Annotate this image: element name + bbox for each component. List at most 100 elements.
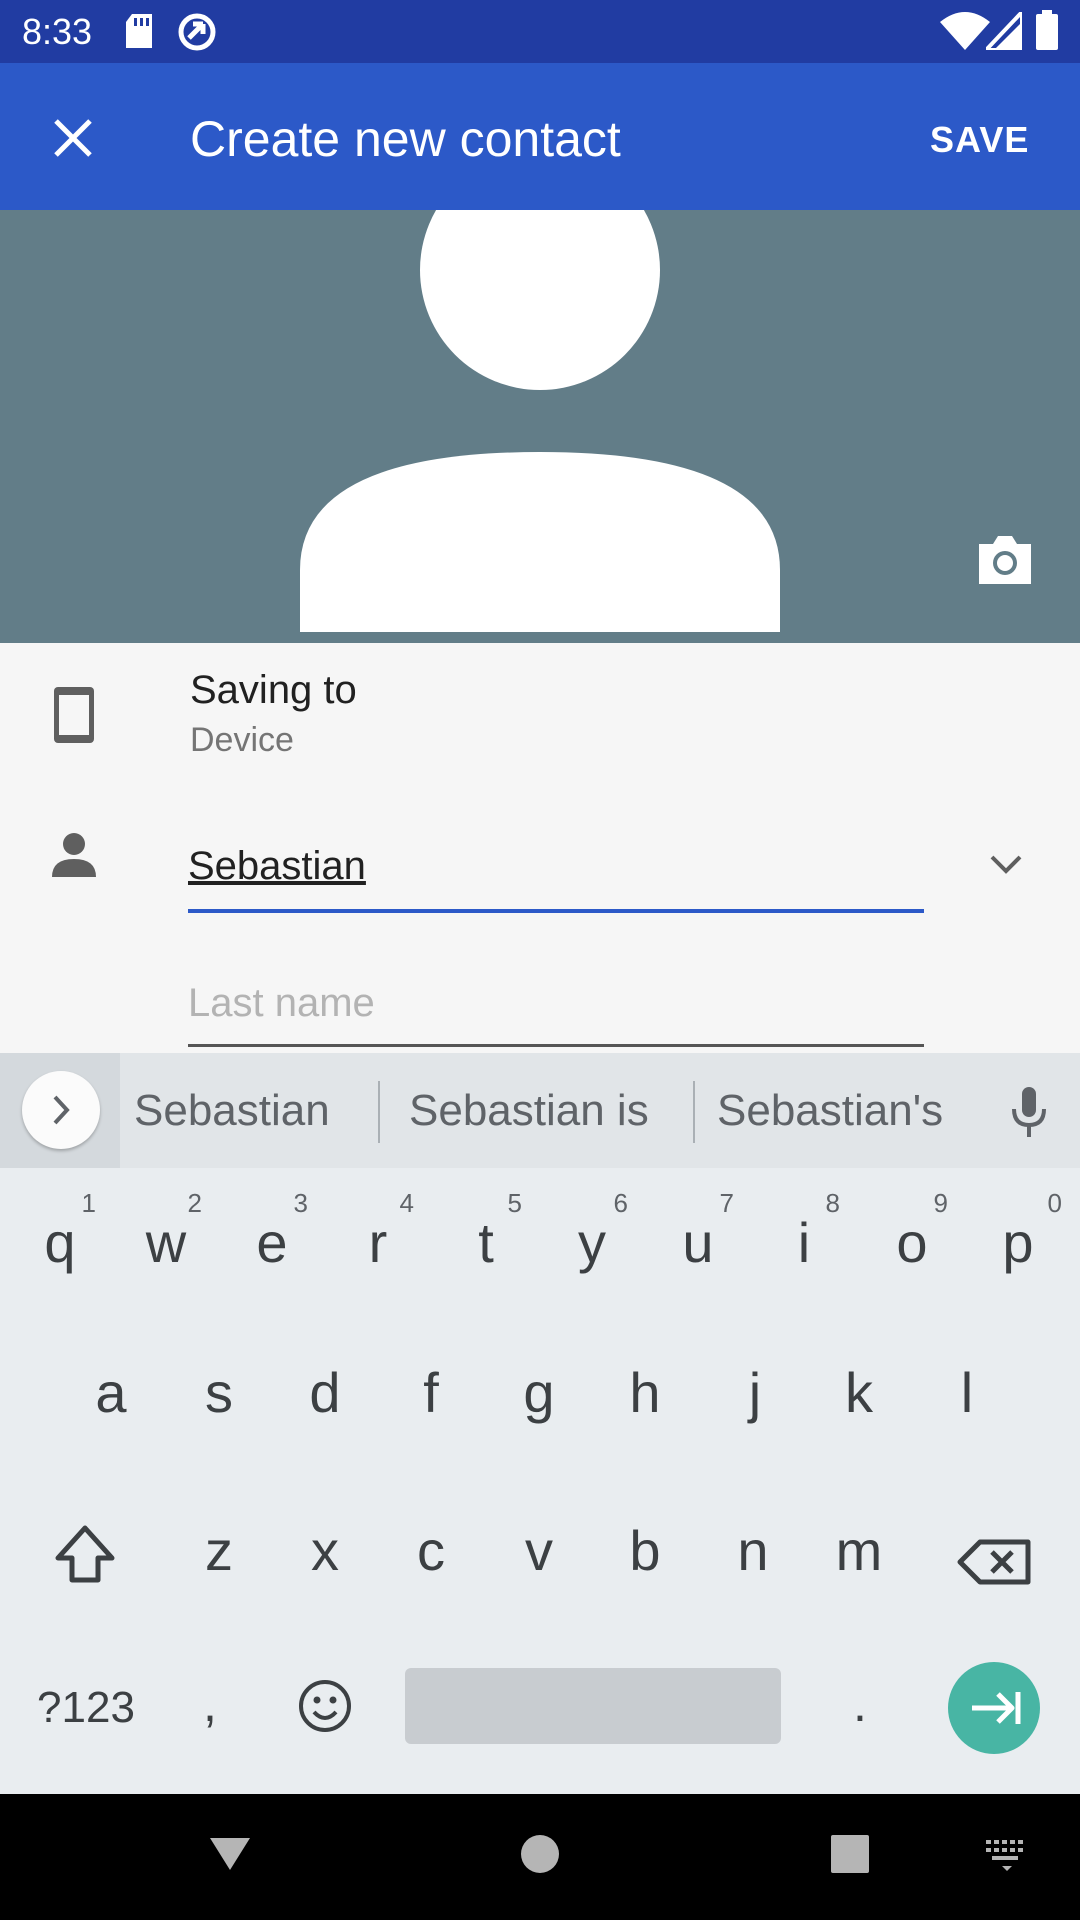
key-u[interactable]: u7 — [654, 1188, 742, 1310]
camera-icon — [979, 536, 1031, 584]
key-hint: 7 — [719, 1188, 734, 1218]
key-label: q — [44, 1211, 76, 1274]
person-icon — [52, 833, 96, 877]
next-key[interactable] — [948, 1662, 1040, 1754]
expand-name-button[interactable] — [980, 839, 1032, 891]
comma-key[interactable]: , — [180, 1664, 240, 1744]
contact-photo-area[interactable] — [0, 210, 1080, 643]
status-bar: 8:33 — [0, 0, 1080, 63]
back-button[interactable] — [200, 1824, 260, 1884]
key-label: p — [1002, 1211, 1034, 1274]
recents-icon — [831, 1835, 869, 1873]
sync-icon — [178, 13, 216, 51]
key-hint: 2 — [187, 1188, 202, 1218]
key-o[interactable]: o9 — [868, 1188, 956, 1310]
key-label: y — [578, 1211, 606, 1274]
suggestion-1[interactable]: Sebastian — [134, 1053, 330, 1168]
avatar-placeholder-icon — [300, 210, 780, 632]
key-label: o — [896, 1211, 928, 1274]
back-icon — [210, 1838, 250, 1870]
battery-icon — [1036, 10, 1058, 50]
key-v[interactable]: v — [494, 1518, 584, 1618]
key-hint: 4 — [399, 1188, 414, 1218]
symbols-key[interactable]: ?123 — [26, 1668, 146, 1748]
key-b[interactable]: b — [600, 1518, 690, 1618]
period-key[interactable]: . — [830, 1664, 890, 1744]
page-title: Create new contact — [190, 111, 621, 167]
key-hint: 9 — [933, 1188, 948, 1218]
chevron-down-icon — [990, 855, 1022, 874]
emoji-icon — [299, 1680, 351, 1732]
key-label: r — [368, 1211, 388, 1274]
backspace-key[interactable] — [950, 1518, 1040, 1608]
contact-form: Saving to Device — [0, 643, 1080, 1053]
toolbar: Create new contact SAVE — [0, 63, 1080, 210]
suggestion-2[interactable]: Sebastian is — [409, 1053, 649, 1168]
key-label: e — [256, 1211, 288, 1274]
key-hint: 3 — [293, 1188, 308, 1218]
key-l[interactable]: l — [922, 1360, 1012, 1460]
key-a[interactable]: a — [66, 1360, 156, 1460]
key-hint: 1 — [81, 1188, 96, 1218]
keyboard-switch-button[interactable] — [982, 1834, 1032, 1874]
key-y[interactable]: y6 — [548, 1188, 636, 1310]
key-d[interactable]: d — [280, 1360, 370, 1460]
suggestion-3[interactable]: Sebastian's — [717, 1053, 943, 1168]
key-c[interactable]: c — [386, 1518, 476, 1618]
key-p[interactable]: p0 — [974, 1188, 1062, 1310]
wifi-icon — [940, 12, 990, 50]
key-s[interactable]: s — [174, 1360, 264, 1460]
key-w[interactable]: w2 — [122, 1188, 210, 1310]
key-hint: 5 — [507, 1188, 522, 1218]
suggestion-divider — [693, 1081, 695, 1143]
home-button[interactable] — [512, 1826, 568, 1882]
first-name-field[interactable] — [188, 823, 924, 913]
add-photo-button[interactable] — [975, 530, 1035, 590]
key-x[interactable]: x — [280, 1518, 370, 1618]
backspace-icon — [957, 1539, 1031, 1585]
shift-icon — [55, 1525, 115, 1583]
signal-icon — [986, 12, 1022, 50]
voice-input-button[interactable] — [1004, 1085, 1054, 1139]
key-m[interactable]: m — [814, 1518, 904, 1618]
key-n[interactable]: n — [708, 1518, 798, 1618]
key-h[interactable]: h — [600, 1360, 690, 1460]
recents-button[interactable] — [822, 1826, 878, 1882]
key-r[interactable]: r4 — [334, 1188, 422, 1310]
saving-to-account[interactable]: Device — [190, 719, 294, 761]
keyboard-switch-icon — [986, 1840, 1023, 1871]
suggestion-strip: Sebastian Sebastian is Sebastian's — [0, 1053, 1080, 1168]
chevron-right-icon — [53, 1095, 70, 1125]
key-g[interactable]: g — [494, 1360, 584, 1460]
close-icon — [54, 119, 92, 157]
key-j[interactable]: j — [710, 1360, 800, 1460]
key-hint: 8 — [825, 1188, 840, 1218]
microphone-icon — [1012, 1087, 1046, 1137]
suggestion-divider — [378, 1081, 380, 1143]
key-t[interactable]: t5 — [442, 1188, 530, 1310]
home-icon — [521, 1835, 559, 1873]
key-q[interactable]: q1 — [16, 1188, 104, 1310]
enter-next-icon — [972, 1692, 1021, 1724]
phone-device-icon — [54, 687, 94, 743]
last-name-field[interactable] — [188, 963, 924, 1047]
key-e[interactable]: e3 — [228, 1188, 316, 1310]
key-z[interactable]: z — [174, 1518, 264, 1618]
key-label: i — [797, 1211, 811, 1274]
key-hint: 6 — [613, 1188, 628, 1218]
status-time: 8:33 — [22, 11, 93, 52]
emoji-key[interactable] — [290, 1668, 360, 1744]
key-k[interactable]: k — [814, 1360, 904, 1460]
expand-suggestions-button[interactable] — [22, 1071, 100, 1149]
key-label: u — [682, 1211, 714, 1274]
save-button[interactable]: SAVE — [930, 115, 1060, 165]
key-i[interactable]: i8 — [760, 1188, 848, 1310]
key-label: w — [145, 1211, 187, 1274]
space-bar[interactable] — [405, 1668, 781, 1744]
shift-key[interactable] — [40, 1508, 130, 1598]
close-button[interactable] — [36, 101, 110, 175]
saving-to-label: Saving to — [190, 668, 357, 712]
keyboard: q1 w2 e3 r4 t5 y6 u7 i8 o9 p0 a s d f g … — [0, 1168, 1080, 1794]
key-label: t — [478, 1211, 494, 1274]
key-f[interactable]: f — [386, 1360, 476, 1460]
